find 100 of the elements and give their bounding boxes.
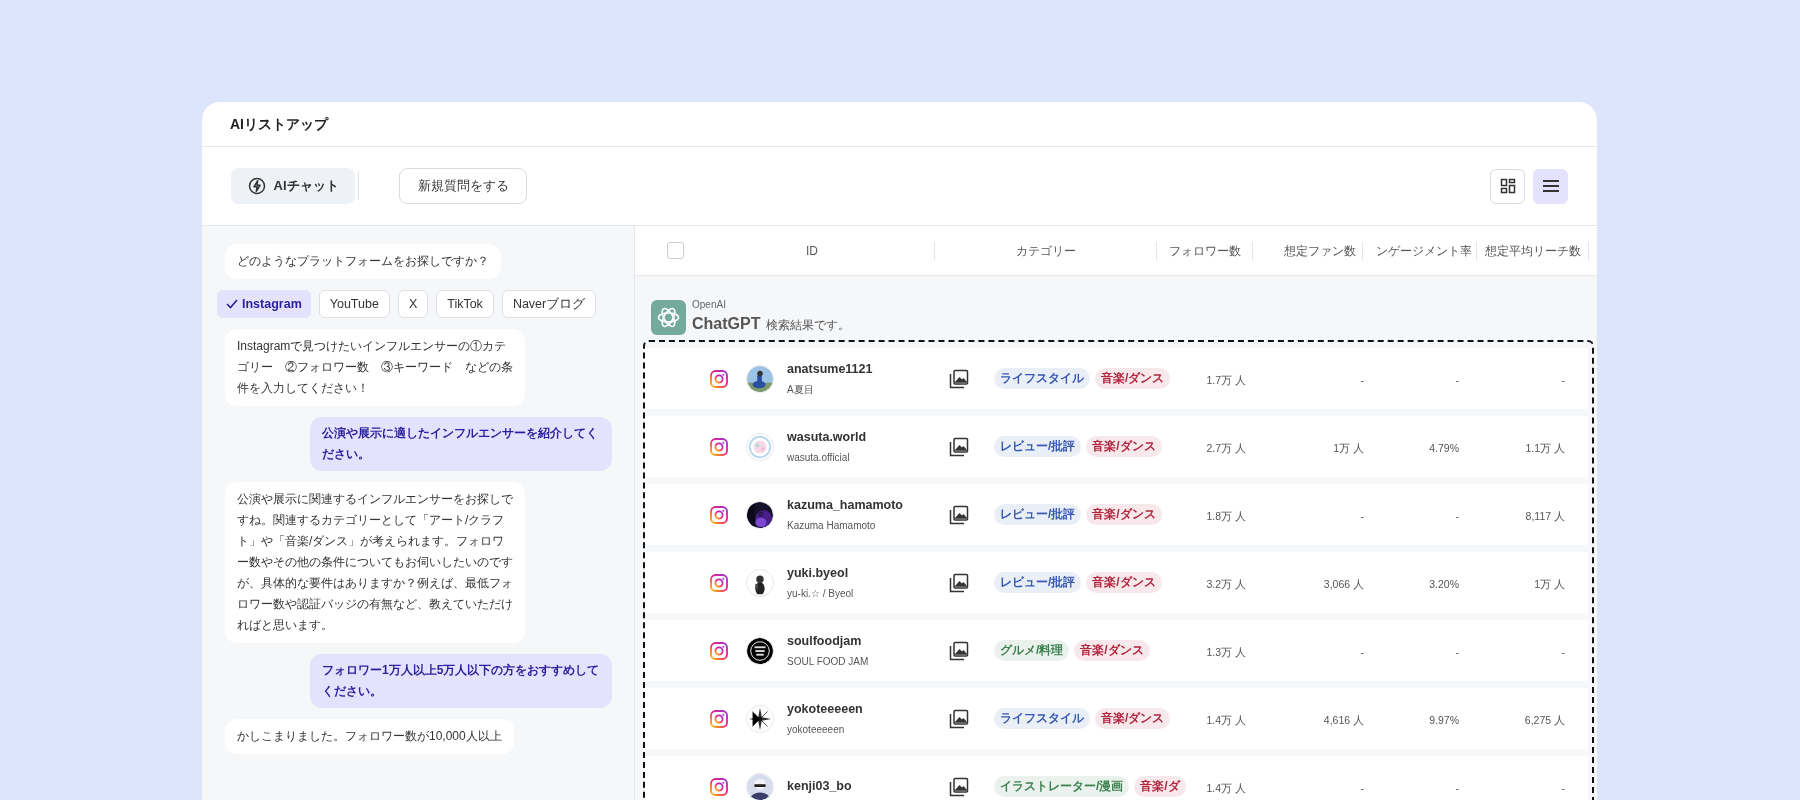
username[interactable]: wasuta.world <box>787 428 949 447</box>
category-tag: 音楽/ダンス <box>1086 436 1162 457</box>
chat-message: どのようなプラットフォームをお探しですか？ <box>237 253 489 270</box>
table-cell: 1.8万 人 <box>1206 509 1246 522</box>
category-tag: レビュー/批評 <box>994 436 1082 457</box>
table-cell: - <box>1455 373 1459 386</box>
ai-chat-button[interactable]: AIチャット <box>231 168 355 204</box>
images-icon[interactable] <box>949 436 969 457</box>
table-cell: 6,275 人 <box>1524 713 1565 726</box>
table-cell: 8,117 人 <box>1525 509 1565 522</box>
camera-icon[interactable] <box>710 641 728 660</box>
category-tag: レビュー/批評 <box>994 504 1082 525</box>
camera-icon[interactable] <box>710 369 728 388</box>
images-icon[interactable] <box>949 708 969 729</box>
category-tag: ライフスタイル <box>994 368 1090 389</box>
table-cell: - <box>1360 645 1364 658</box>
column-header[interactable]: フォロワー数 <box>1168 243 1241 258</box>
table-cell: 1万 人 <box>1534 577 1565 590</box>
provider-label: OpenAI <box>692 298 727 312</box>
display-name: Kazuma Hamamoto <box>787 518 877 533</box>
table-cell: - <box>1360 781 1364 794</box>
table-cell: - <box>1455 509 1459 522</box>
table-cell: 3,066 人 <box>1323 577 1364 590</box>
grid-view-button[interactable] <box>1490 168 1525 204</box>
table-cell: - <box>1561 645 1565 658</box>
model-name: ChatGPT <box>692 314 761 334</box>
category-tag: 音楽/ダンス <box>1095 708 1171 729</box>
column-header[interactable]: 想定ファン数 <box>1284 243 1356 258</box>
username[interactable]: soulfoodjam <box>787 632 949 651</box>
new-question-button[interactable]: 新規質問をする <box>399 168 527 204</box>
table-cell: 4,616 人 <box>1323 713 1364 726</box>
camera-icon[interactable] <box>710 777 728 796</box>
display-name: yokoteeeeen <box>787 722 846 737</box>
app-title: AIリストアップ <box>230 114 328 134</box>
column-header[interactable]: ID <box>806 243 818 258</box>
table-cell: - <box>1360 509 1364 522</box>
table-cell: 1.1万 人 <box>1525 441 1565 454</box>
platform-chip[interactable]: TikTok <box>436 290 494 318</box>
camera-icon[interactable] <box>710 709 728 728</box>
images-icon[interactable] <box>949 572 969 593</box>
images-icon[interactable] <box>949 504 969 525</box>
table-cell: 3.2万 人 <box>1206 577 1246 590</box>
table-cell: 1.3万 人 <box>1206 645 1246 658</box>
display-name: yu-ki.☆ / Byeol <box>787 586 855 601</box>
table-cell: - <box>1455 781 1459 794</box>
category-tag: グルメ/料理 <box>994 640 1070 661</box>
table-cell: 1.4万 人 <box>1206 781 1246 794</box>
images-icon[interactable] <box>949 368 969 389</box>
category-tag: 音楽/ダンス <box>1086 572 1162 593</box>
username[interactable]: yokoteeeeen <box>787 700 949 719</box>
category-tag: レビュー/批評 <box>994 572 1082 593</box>
camera-icon[interactable] <box>710 573 728 592</box>
category-tag: 音楽/ダンス <box>1095 368 1171 389</box>
chat-message: Instagramで見つけたいインフルエンサーの①カテゴリー ②フォロワー数 ③キーワード などの条件を入力してください！ <box>237 338 513 397</box>
category-tag: ライフスタイル <box>994 708 1090 729</box>
category-tag: イラストレーター/漫画 <box>994 776 1130 797</box>
category-tag: 音楽/ダンス <box>1086 504 1162 525</box>
username[interactable]: yuki.byeol <box>787 564 949 583</box>
category-tag: 音楽/ダンス <box>1074 640 1150 661</box>
chat-message: 公演や展示に関連するインフルエンサーをお探しですね。関連するカテゴリーとして「アート/クラフト」や「音楽/ダンス」が考えられます。フォロワー数やその他の条件についてもお伺いしたいのですが、具体的な要件はありますか？例えば、最低フォロワー数や認証バッジの有無など、教えていただければと思います。 <box>237 491 513 634</box>
column-header[interactable]: ンゲージメント率 <box>1376 243 1472 258</box>
result-note: 検索結果です。 <box>766 317 851 334</box>
menu-icon <box>1541 179 1560 193</box>
table-cell: 4.79% <box>1429 441 1459 454</box>
table-cell: 9.97% <box>1429 713 1459 726</box>
checkbox[interactable] <box>667 242 684 259</box>
chat-message: かしこまりました。フォロワー数が10,000人以上 <box>237 728 502 745</box>
table-cell: - <box>1360 373 1364 386</box>
display-name: wasuta.official <box>787 450 851 465</box>
platform-chip[interactable]: X <box>397 290 429 318</box>
username[interactable]: kenji03_bo <box>787 777 949 796</box>
table-cell: 3.20% <box>1429 577 1459 590</box>
display-name: SOUL FOOD JAM <box>787 654 870 669</box>
table-cell: 1万 人 <box>1333 441 1364 454</box>
table-cell: - <box>1561 781 1565 794</box>
username[interactable]: anatsume1121 <box>787 360 949 379</box>
table-cell: - <box>1455 645 1459 658</box>
images-icon[interactable] <box>949 776 969 797</box>
user-message: フォロワー1万人以上5万人以下の方をおすすめしてください。 <box>310 654 612 708</box>
grid-icon <box>1499 178 1516 194</box>
column-header[interactable]: 想定平均リーチ数 <box>1484 243 1581 258</box>
camera-icon[interactable] <box>710 505 728 524</box>
chatgpt-logo-icon <box>651 299 686 335</box>
camera-icon[interactable] <box>710 437 728 456</box>
table-cell: 2.7万 人 <box>1206 441 1246 454</box>
images-icon[interactable] <box>949 640 969 661</box>
table-cell: 1.7万 人 <box>1206 373 1246 386</box>
platform-chip[interactable]: Naverブログ <box>501 290 597 318</box>
platform-chip[interactable]: YouTube <box>318 290 390 318</box>
table-cell: 1.4万 人 <box>1206 713 1246 726</box>
user-message: 公演や展示に適したインフルエンサーを紹介してください。 <box>310 417 612 471</box>
display-name: A夏目 <box>787 382 815 397</box>
platform-chip[interactable]: Instagram <box>217 290 311 318</box>
table-cell: - <box>1561 373 1565 386</box>
category-tag: 音楽/ダ <box>1134 776 1186 797</box>
check-icon <box>226 299 238 309</box>
column-header[interactable]: カテゴリー <box>1015 243 1076 258</box>
list-view-button[interactable] <box>1533 168 1568 204</box>
username[interactable]: kazuma_hamamoto <box>787 496 949 515</box>
lightning-icon <box>247 177 266 195</box>
